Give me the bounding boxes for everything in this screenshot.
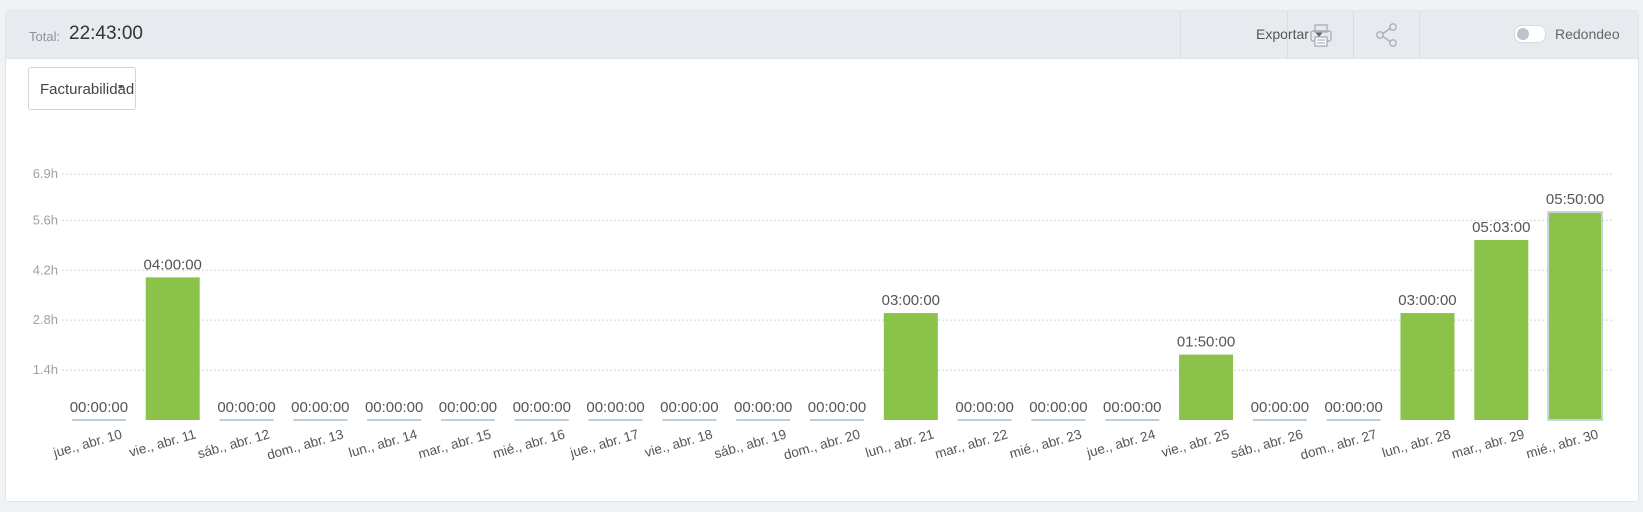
bar [514,419,569,421]
bar [219,419,274,421]
x-tick-label: jue., abr. 24 [1084,426,1157,460]
x-tick-label: lun., abr. 21 [864,426,936,460]
data-label: 04:00:00 [144,256,202,273]
x-tick-label: sáb., abr. 12 [196,426,272,461]
data-label: 01:50:00 [1177,334,1235,351]
bar [440,419,495,421]
data-label: 03:00:00 [1398,292,1456,309]
data-label: 00:00:00 [513,399,571,416]
bar [736,419,791,421]
bar [293,419,348,421]
data-label: 00:00:00 [1251,399,1309,416]
bar [1105,419,1160,421]
x-tick-label: mar., abr. 22 [933,426,1009,461]
data-label: 03:00:00 [882,292,940,309]
x-tick-label: dom., abr. 27 [1299,426,1379,462]
data-label: 00:00:00 [586,399,644,416]
data-label: 05:50:00 [1546,191,1604,208]
data-label: 00:00:00 [217,399,275,416]
x-tick-label: dom., abr. 13 [265,426,345,462]
data-label: 00:00:00 [365,399,423,416]
data-label: 00:00:00 [734,399,792,416]
x-tick-label: vie., abr. 25 [1160,426,1231,460]
data-label: 00:00:00 [955,399,1013,416]
y-tick-label: 1.4h [33,362,58,377]
x-tick-label: sáb., abr. 19 [712,426,788,461]
data-label: 00:00:00 [1324,399,1382,416]
bar [1547,211,1604,421]
bar [145,277,200,420]
bar [1252,419,1307,421]
x-tick-label: mar., abr. 15 [417,426,493,461]
x-tick-label: mar., abr. 29 [1450,426,1526,461]
x-tick-label: vie., abr. 11 [127,426,197,459]
y-tick-label: 5.6h [33,212,58,227]
bar [588,419,643,421]
x-tick-label: mié., abr. 16 [491,426,567,461]
data-label: 00:00:00 [291,399,349,416]
data-label: 00:00:00 [1103,399,1161,416]
bar [883,313,938,420]
hours-bar-chart: 1.4h 2.8h 4.2h 5.6h 6.9h 00:00:00 jue., abr. 1… [33,166,1612,463]
y-tick-label: 6.9h [33,166,58,181]
x-tick-label: lun., abr. 28 [1380,426,1452,460]
data-label: 05:03:00 [1472,219,1530,236]
bar [1474,239,1529,420]
bar [957,419,1012,421]
y-tick-label: 2.8h [33,312,58,327]
bar [810,419,864,421]
x-tick-label: mié., abr. 23 [1008,426,1084,461]
bar [1031,419,1086,421]
data-label: 00:00:00 [439,399,497,416]
y-tick-label: 4.2h [33,262,58,277]
x-tick-label: jue., abr. 17 [567,426,640,460]
data-label: 00:00:00 [808,399,866,416]
data-label: 00:00:00 [1029,399,1087,416]
bar [71,419,126,421]
bar [1179,354,1234,420]
bar [1400,313,1455,420]
x-tick-label: dom., abr. 20 [782,426,862,462]
x-tick-label: lun., abr. 14 [347,426,419,460]
data-label: 00:00:00 [70,399,128,416]
x-tick-label: mié., abr. 30 [1524,426,1600,461]
bar [662,419,717,421]
x-tick-label: vie., abr. 18 [643,426,714,460]
x-tick-label: sáb., abr. 26 [1229,426,1305,461]
x-tick-label: jue., abr. 10 [51,426,124,460]
data-label: 00:00:00 [660,399,718,416]
bar [1326,419,1381,421]
bar [367,419,422,421]
